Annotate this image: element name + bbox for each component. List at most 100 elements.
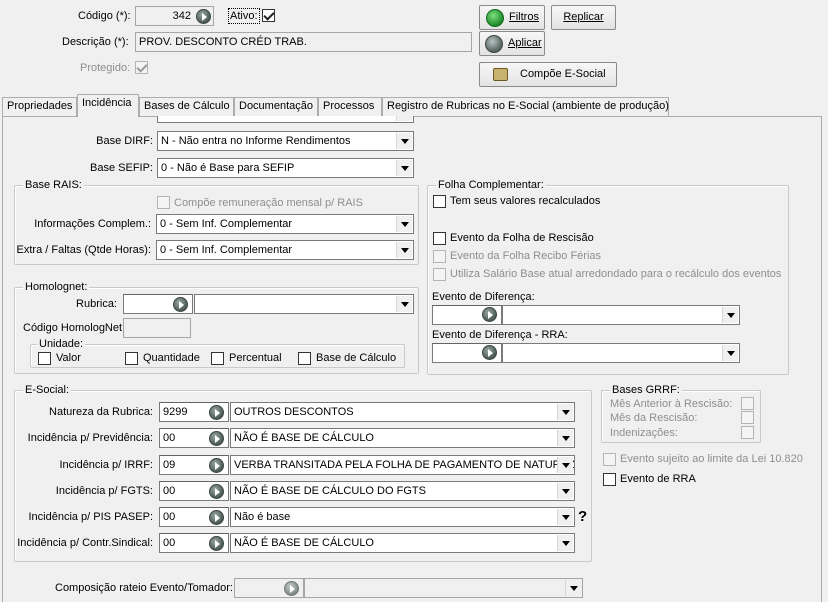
rubrica-lookup-icon[interactable] (173, 297, 188, 312)
help-icon[interactable]: ? (578, 508, 587, 525)
composicao-rateio-lookup-icon[interactable] (284, 581, 299, 596)
tab-incidencia[interactable]: Incidência (77, 94, 139, 117)
descricao-label: Descrição (*): (62, 36, 129, 48)
evento-rra-checkbox[interactable] (603, 473, 616, 486)
extra-faltas-select[interactable]: 0 - Sem Inf. Complementar (156, 240, 414, 260)
incidencia-irrf-select[interactable]: VERBA TRANSITADA PELA FOLHA DE PAGAMENTO… (230, 455, 575, 475)
replicar-button[interactable]: Replicar (551, 5, 616, 30)
descricao-field[interactable]: PROV. DESCONTO CRÉD TRAB. (135, 32, 472, 52)
salario-base-label: Utiliza Salário Base atual arredondado p… (450, 268, 782, 280)
tab-propriedades[interactable]: Propriedades (2, 97, 77, 116)
incidencia-pis-pasep-lookup-icon[interactable] (209, 510, 224, 525)
chevron-down-icon (396, 242, 412, 258)
compoe-rais-checkbox (157, 196, 170, 209)
grrf-mes-rescisao-label: Mês da Rescisão: (610, 412, 698, 424)
chevron-down-icon (557, 483, 573, 499)
unidade-valor-checkbox[interactable] (38, 352, 51, 365)
chevron-down-icon (557, 535, 573, 551)
chevron-down-icon (557, 404, 573, 420)
grrf-indenizacoes-checkbox (741, 426, 754, 439)
esocial-title: E-Social: (23, 384, 72, 397)
filtros-icon (486, 9, 504, 27)
grrf-mes-anterior-checkbox (741, 397, 754, 410)
natureza-rubrica-lookup-icon[interactable] (209, 405, 224, 420)
chevron-down-icon (565, 580, 581, 596)
evento-diferenca-rra-select[interactable] (502, 343, 740, 363)
salario-base-checkbox (433, 268, 446, 281)
homolognet-title: Homolognet: (23, 281, 90, 294)
protegido-checkbox (135, 61, 148, 74)
filtros-button[interactable]: Filtros (479, 5, 545, 30)
evento-diferenca-rra-lookup-icon[interactable] (482, 345, 497, 360)
incidencia-previdencia-lookup-icon[interactable] (209, 431, 224, 446)
incidencia-contr-sindical-select[interactable]: NÃO É BASE DE CÁLCULO (230, 533, 575, 553)
recalculados-label: Tem seus valores recalculados (450, 195, 601, 207)
rescisao-checkbox[interactable] (433, 232, 446, 245)
incidencia-previdencia-select[interactable]: NÃO É BASE DE CÁLCULO (230, 428, 575, 448)
codigo-lookup-icon[interactable] (196, 9, 211, 24)
composicao-rateio-select[interactable] (304, 578, 583, 598)
rubrica-select[interactable] (194, 294, 414, 314)
codigo-label: Código (*): (78, 10, 131, 22)
protegido-label: Protegido: (80, 62, 131, 74)
compoe-esocial-button[interactable]: Compõe E-Social (479, 62, 617, 87)
chevron-down-icon (557, 457, 573, 473)
evento-diferenca-label: Evento de Diferença: (432, 291, 535, 303)
partial-combobox (157, 116, 414, 123)
incidencia-irrf-lookup-icon[interactable] (209, 458, 224, 473)
incidencia-pis-pasep-select[interactable]: Não é base (230, 507, 575, 527)
ferias-label: Evento da Folha Recibo Férias (450, 250, 602, 262)
tab-documentacao[interactable]: Documentação (234, 97, 318, 116)
composicao-rateio-label: Composição rateio Evento/Tomador: (55, 582, 233, 594)
base-dirf-label: Base DIRF: (96, 135, 153, 147)
compoe-esocial-icon (493, 68, 508, 81)
codigo-homolognet-field[interactable] (123, 318, 191, 338)
bases-grrf-title: Bases GRRF: (610, 384, 682, 397)
unidade-valor-label: Valor (56, 352, 81, 364)
unidade-base-calculo-checkbox[interactable] (298, 352, 311, 365)
incidencia-fgts-label: Incidência p/ FGTS: (55, 485, 153, 497)
incidencia-irrf-label: Incidência p/ IRRF: (59, 459, 153, 471)
evento-lei-checkbox (603, 453, 616, 466)
chevron-down-icon (557, 430, 573, 446)
unidade-quantidade-label: Quantidade (143, 352, 200, 364)
ferias-checkbox (433, 250, 446, 263)
compoe-rais-label: Compõe remuneração mensal p/ RAIS (174, 197, 363, 209)
extra-faltas-label: Extra / Faltas (Qtde Horas): (16, 244, 151, 256)
evento-lei-label: Evento sujeito ao limite da Lei 10.820 (620, 453, 803, 465)
grrf-mes-rescisao-checkbox (741, 411, 754, 424)
chevron-down-icon (722, 345, 738, 361)
unidade-quantidade-checkbox[interactable] (125, 352, 138, 365)
incidencia-fgts-lookup-icon[interactable] (209, 484, 224, 499)
codigo-homolognet-label: Código HomologNet (23, 322, 123, 334)
info-complem-select[interactable]: 0 - Sem Inf. Complementar (156, 214, 414, 234)
evento-rra-label: Evento de RRA (620, 473, 696, 485)
base-sefip-select[interactable]: 0 - Não é Base para SEFIP (157, 158, 414, 178)
grrf-mes-anterior-label: Mês Anterior à Rescisão: (610, 398, 733, 410)
tab-bases-de-calculo[interactable]: Bases de Cálculo (139, 97, 234, 116)
incidencia-fgts-select[interactable]: NÃO É BASE DE CÁLCULO DO FGTS (230, 481, 575, 501)
base-sefip-label: Base SEFIP: (90, 162, 153, 174)
info-complem-label: Informações Complem.: (34, 218, 151, 230)
chevron-down-icon (396, 160, 412, 176)
base-dirf-select[interactable]: N - Não entra no Informe Rendimentos (157, 131, 414, 151)
chevron-down-icon (396, 296, 412, 312)
natureza-rubrica-select[interactable]: OUTROS DESCONTOS (230, 402, 575, 422)
recalculados-checkbox[interactable] (433, 195, 446, 208)
incidencia-contr-sindical-lookup-icon[interactable] (209, 536, 224, 551)
tab-bar: Propriedades Incidência Bases de Cálculo… (0, 94, 828, 117)
chevron-down-icon (557, 509, 573, 525)
evento-diferenca-lookup-icon[interactable] (482, 307, 497, 322)
rescisao-label: Evento da Folha de Rescisão (450, 232, 594, 244)
tab-processos[interactable]: Processos (318, 97, 382, 116)
evento-diferenca-select[interactable] (502, 305, 740, 325)
chevron-down-icon (396, 133, 412, 149)
unidade-percentual-label: Percentual (229, 352, 282, 364)
ativo-checkbox[interactable] (262, 9, 275, 22)
natureza-rubrica-label: Natureza da Rubrica: (49, 406, 153, 418)
aplicar-button[interactable]: Aplicar (479, 31, 545, 56)
tab-registro-rubricas[interactable]: Registro de Rubricas no E-Social (ambien… (382, 97, 669, 116)
ativo-label: Ativo: (228, 8, 260, 24)
unidade-percentual-checkbox[interactable] (211, 352, 224, 365)
chevron-down-icon (722, 307, 738, 323)
